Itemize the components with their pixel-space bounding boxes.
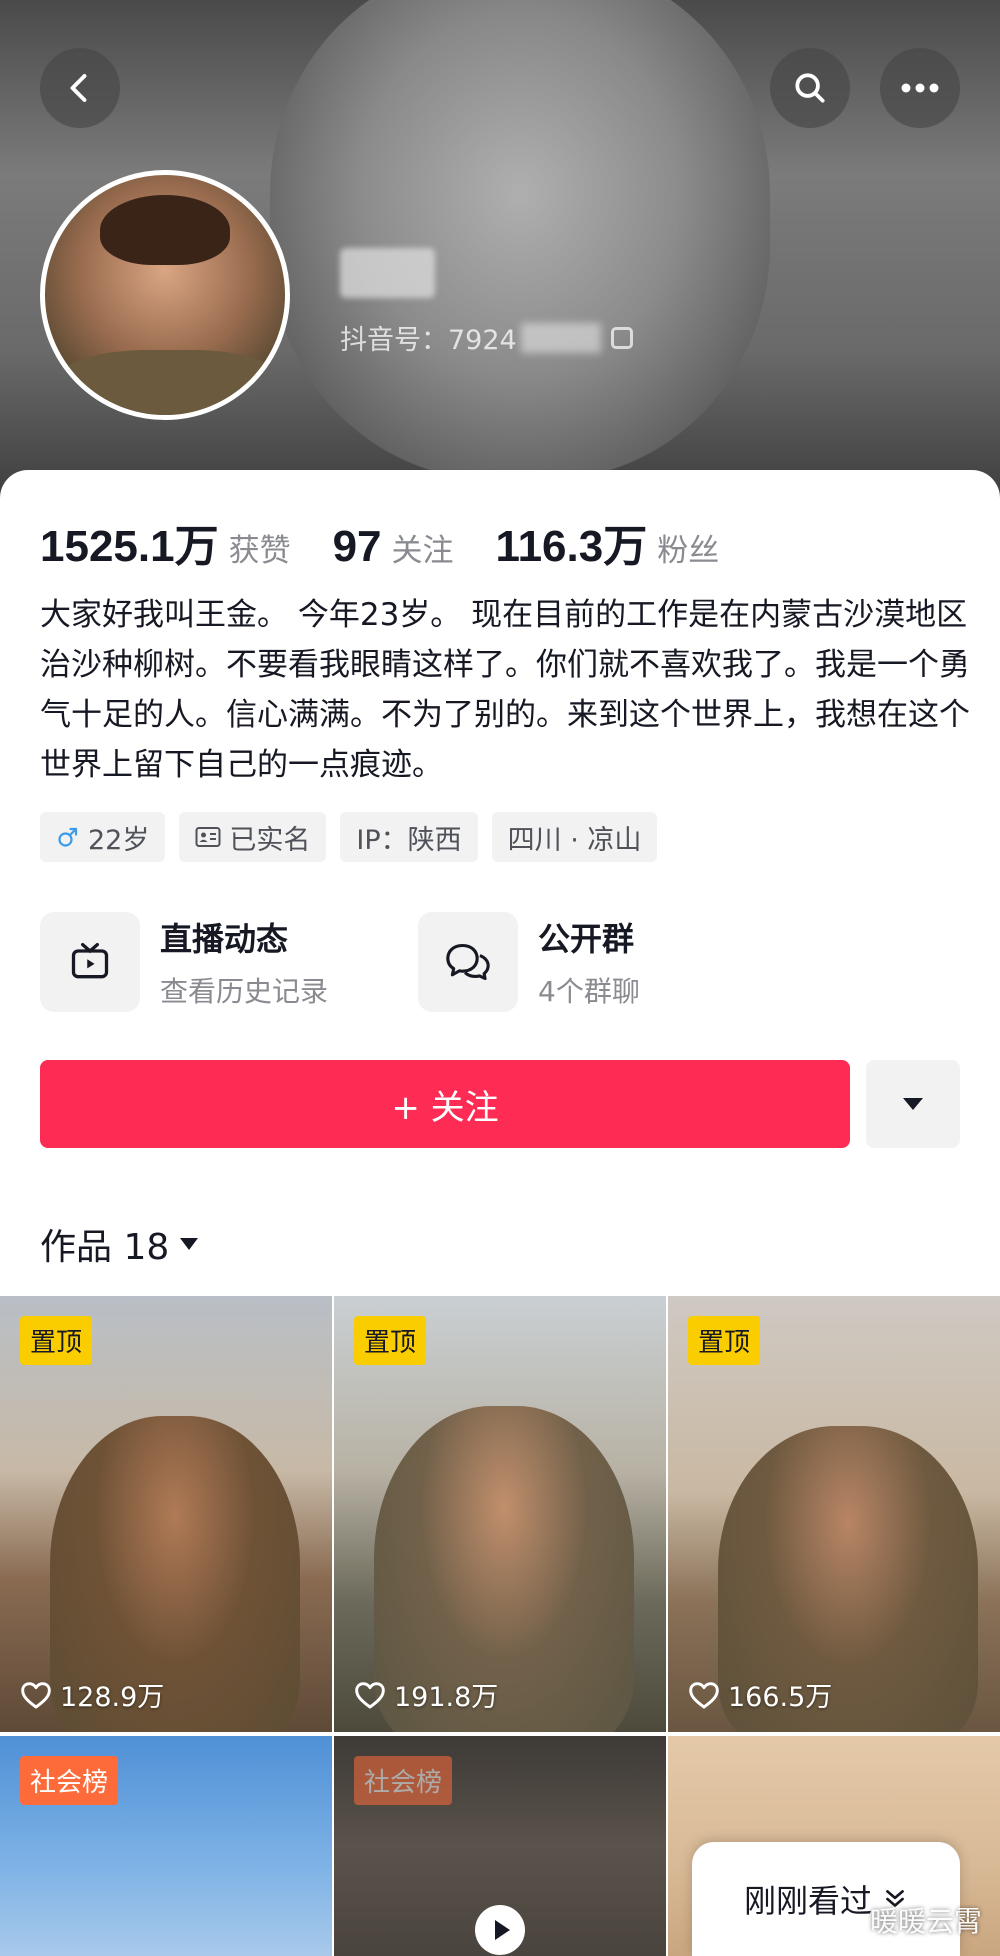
verified-tag: 已实名 [179, 812, 327, 862]
douyin-id: 抖音号：7924 [340, 318, 633, 357]
search-button[interactable] [770, 48, 850, 128]
group-subtitle: 4个群聊 [538, 975, 640, 1008]
stats-row: 1525.1万 获赞 97 关注 116.3万 粉丝 [40, 510, 761, 574]
pinned-badge: 置顶 [354, 1316, 427, 1365]
location-text: 四川 · 凉山 [507, 824, 642, 856]
follow-label: + 关注 [391, 1087, 499, 1128]
more-options-button[interactable] [880, 48, 960, 128]
following-count[interactable]: 97 [333, 522, 382, 572]
live-subtitle: 查看历史记录 [160, 975, 329, 1008]
avatar-hair [100, 195, 230, 265]
chat-bubbles-icon [446, 943, 490, 981]
douyin-id-text: 抖音号：7924 [340, 325, 517, 356]
ip-tag: IP：陕西 [340, 812, 478, 862]
age-text: 22岁 [88, 824, 150, 856]
ranking-badge: 社会榜 [20, 1756, 119, 1805]
ip-text: IP：陕西 [356, 824, 462, 856]
recent-label: 刚刚看过 [743, 1882, 872, 1920]
header-cover-image [270, 0, 770, 480]
verified-text: 已实名 [229, 824, 311, 856]
likes-text: 128.9万 [60, 1682, 165, 1713]
video-thumbnail[interactable]: 社会榜 [0, 1736, 332, 1956]
avatar[interactable] [40, 170, 290, 420]
video-thumbnail[interactable]: 置顶 191.8万 [334, 1296, 666, 1732]
group-title: 公开群 [538, 920, 635, 958]
tag-row: 22岁 已实名 IP：陕西 四川 · 凉山 [40, 812, 658, 862]
likes-text: 191.8万 [394, 1682, 499, 1713]
copy-icon[interactable] [610, 326, 633, 349]
heart-icon [355, 1681, 385, 1708]
video-thumbnail[interactable]: 置顶 166.5万 [668, 1296, 1000, 1732]
username-blurred [340, 248, 435, 298]
follow-button[interactable]: + 关注 [40, 1060, 850, 1148]
back-button[interactable] [40, 48, 120, 128]
more-dropdown-button[interactable] [866, 1060, 960, 1148]
video-thumbnail[interactable]: 社会榜 [334, 1736, 666, 1956]
bio-text: 大家好我叫王金。 今年23岁。 现在目前的工作是在内蒙古沙漠地区治沙种柳树。不要… [40, 597, 970, 783]
caret-down-icon [903, 1098, 923, 1110]
live-title: 直播动态 [160, 920, 289, 958]
avatar-shirt [55, 350, 285, 415]
likes-count: 1525.1万 [40, 522, 219, 571]
followers-label[interactable]: 粉丝 [657, 525, 719, 570]
id-card-icon [195, 827, 221, 847]
chevron-left-icon [70, 74, 87, 102]
douyin-id-blur [520, 322, 601, 353]
likes-label: 获赞 [228, 533, 291, 569]
works-tab[interactable]: 作品 18 [40, 1218, 199, 1270]
play-icon [475, 1905, 525, 1955]
heart-icon [21, 1681, 51, 1708]
search-icon [795, 73, 825, 103]
live-icon-box [40, 912, 140, 1012]
heart-icon [689, 1681, 719, 1708]
followers-count[interactable]: 116.3万 [496, 510, 648, 574]
live-history-entry[interactable]: 直播动态 查看历史记录 [40, 912, 328, 1012]
pinned-badge: 置顶 [20, 1316, 93, 1365]
likes-text: 166.5万 [728, 1682, 833, 1713]
watermark: 暖暖云霄 [869, 1905, 982, 1938]
group-icon-box [418, 912, 518, 1012]
profile-card: 1525.1万 获赞 97 关注 116.3万 粉丝 大家好我叫王金。 今年23… [0, 470, 1000, 1956]
ranking-badge: 社会榜 [354, 1756, 453, 1805]
following-label[interactable]: 关注 [392, 525, 454, 570]
caret-down-icon [180, 1238, 199, 1250]
video-likes: 191.8万 [354, 1675, 498, 1714]
location-tag: 四川 · 凉山 [491, 812, 658, 862]
pinned-badge: 置顶 [688, 1316, 761, 1365]
video-likes: 166.5万 [688, 1675, 832, 1714]
age-tag: 22岁 [40, 812, 166, 862]
tv-icon [71, 942, 109, 979]
video-thumbnail[interactable]: 置顶 128.9万 [0, 1296, 332, 1732]
video-likes: 128.9万 [20, 1675, 164, 1714]
public-group-entry[interactable]: 公开群 4个群聊 [418, 912, 640, 1012]
works-label: 作品 18 [40, 1227, 170, 1268]
male-icon [58, 827, 78, 847]
more-dots-icon [901, 83, 939, 93]
